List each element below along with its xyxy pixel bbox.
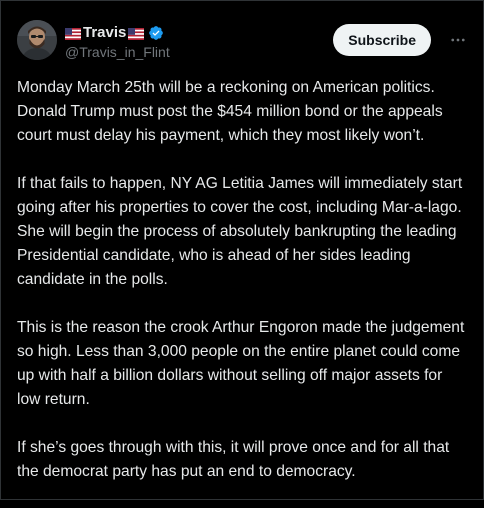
post-paragraph: This is the reason the crook Arthur Engo… (17, 319, 465, 408)
more-horizontal-icon[interactable] (445, 27, 471, 53)
display-name-row: Travis (65, 24, 170, 42)
us-flag-icon (128, 27, 145, 40)
post-paragraph: If that fails to happen, NY AG Letitia J… (17, 175, 463, 288)
author-names[interactable]: Travis @Travis_in_Flint (65, 24, 170, 61)
post-header: Travis @Travis_in_Flint Subscribe (17, 20, 471, 62)
author-handle: @Travis_in_Flint (65, 44, 170, 60)
subscribe-button[interactable]: Subscribe (333, 24, 431, 56)
post-paragraph: Monday March 25th will be a reckoning on… (17, 79, 443, 144)
avatar[interactable] (17, 20, 57, 60)
post-text: Monday March 25th will be a reckoning on… (17, 76, 469, 508)
us-flag-icon (65, 27, 81, 40)
avatar-image (17, 20, 57, 60)
display-name: Travis (83, 24, 127, 41)
post-card: Travis @Travis_in_Flint Subscribe Monday… (0, 0, 484, 500)
verified-badge-icon[interactable] (148, 25, 164, 41)
post-paragraph: If she’s goes through with this, it will… (17, 439, 450, 480)
